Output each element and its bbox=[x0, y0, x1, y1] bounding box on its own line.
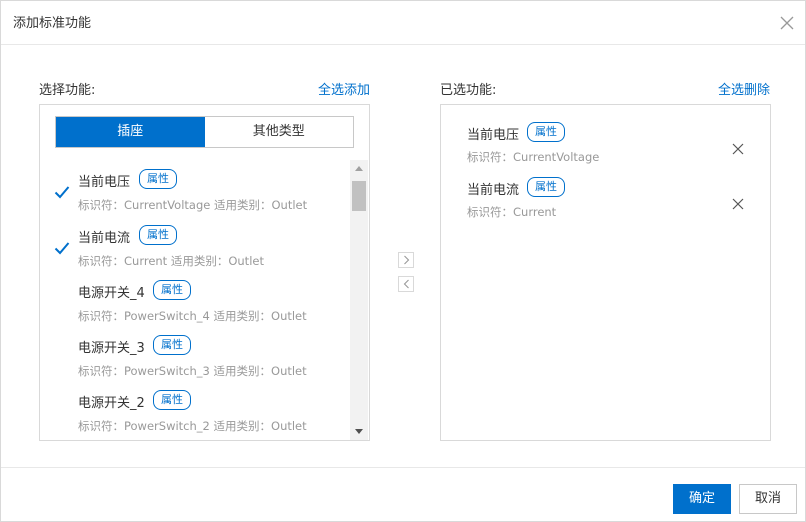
list-item[interactable]: 当前电压 属性 标识符：CurrentVoltage 适用类别：Outlet bbox=[40, 167, 350, 219]
list-scrollbar[interactable] bbox=[350, 160, 368, 440]
function-name: 当前电压 bbox=[78, 175, 131, 190]
selected-item: 当前电压 属性 标识符：CurrentVoltage bbox=[441, 120, 770, 170]
available-functions-panel: 插座 其他类型 当前电压 属性 标识符：CurrentVoltage 适用类别：… bbox=[39, 104, 370, 441]
tab-other-types[interactable]: 其他类型 bbox=[205, 117, 354, 147]
list-item[interactable]: 电源开关_2 属性 标识符：PowerSwitch_2 适用类别：Outlet bbox=[40, 388, 350, 440]
function-meta: 标识符：PowerSwitch_3 适用类别：Outlet bbox=[78, 364, 307, 378]
chevron-left-icon bbox=[403, 279, 409, 289]
selected-item: 当前电流 属性 标识符：Current bbox=[441, 175, 770, 225]
function-name: 当前电流 bbox=[78, 231, 131, 246]
function-name: 电源开关_4 bbox=[78, 286, 145, 301]
property-badge: 属性 bbox=[139, 225, 177, 245]
checkmark-icon bbox=[54, 241, 70, 255]
selected-functions-panel: 当前电压 属性 标识符：CurrentVoltage 当前电流 属性 标识符：C… bbox=[440, 104, 771, 441]
confirm-button[interactable]: 确定 bbox=[673, 484, 731, 514]
function-meta: 标识符：CurrentVoltage 适用类别：Outlet bbox=[78, 198, 308, 212]
function-list: 当前电压 属性 标识符：CurrentVoltage 适用类别：Outlet 当… bbox=[40, 160, 350, 440]
select-function-label: 选择功能: bbox=[39, 83, 96, 98]
footer-divider bbox=[1, 467, 805, 468]
scroll-down-icon[interactable] bbox=[350, 422, 368, 440]
function-meta: 标识符：PowerSwitch_4 适用类别：Outlet bbox=[78, 309, 307, 323]
list-item[interactable]: 电源开关_3 属性 标识符：PowerSwitch_3 适用类别：Outlet bbox=[40, 333, 350, 385]
dialog-title: 添加标准功能 bbox=[13, 16, 92, 31]
scroll-up-icon[interactable] bbox=[350, 160, 368, 178]
property-badge: 属性 bbox=[153, 335, 191, 355]
add-standard-function-dialog: 添加标准功能 选择功能: 全选添加 已选功能: 全选删除 插座 其他类型 当前电… bbox=[0, 0, 806, 522]
dialog-header: 添加标准功能 bbox=[1, 1, 805, 45]
function-meta: 标识符：Current bbox=[467, 205, 557, 219]
function-name: 电源开关_2 bbox=[78, 396, 145, 411]
scrollbar-thumb[interactable] bbox=[352, 181, 366, 211]
function-name: 电源开关_3 bbox=[78, 341, 145, 356]
move-left-button[interactable] bbox=[398, 276, 414, 292]
remove-icon[interactable] bbox=[731, 197, 745, 211]
remove-icon[interactable] bbox=[731, 142, 745, 156]
selected-function-label: 已选功能: bbox=[440, 83, 497, 98]
function-name: 当前电流 bbox=[467, 183, 520, 198]
move-right-button[interactable] bbox=[398, 252, 414, 268]
property-badge: 属性 bbox=[153, 280, 191, 300]
function-name: 当前电压 bbox=[467, 128, 520, 143]
category-tabs: 插座 其他类型 bbox=[55, 116, 354, 148]
list-item[interactable]: 电源开关_4 属性 标识符：PowerSwitch_4 适用类别：Outlet bbox=[40, 278, 350, 330]
property-badge: 属性 bbox=[153, 390, 191, 410]
select-all-add-link[interactable]: 全选添加 bbox=[318, 79, 370, 98]
close-icon[interactable] bbox=[779, 15, 795, 31]
property-badge: 属性 bbox=[139, 169, 177, 189]
function-meta: 标识符：PowerSwitch_2 适用类别：Outlet bbox=[78, 419, 307, 433]
tab-socket[interactable]: 插座 bbox=[56, 117, 205, 147]
property-badge: 属性 bbox=[527, 177, 565, 197]
list-item[interactable]: 当前电流 属性 标识符：Current 适用类别：Outlet bbox=[40, 223, 350, 275]
select-all-delete-link[interactable]: 全选删除 bbox=[718, 79, 770, 98]
cancel-button[interactable]: 取消 bbox=[739, 484, 797, 514]
function-meta: 标识符：CurrentVoltage bbox=[467, 150, 600, 164]
checkmark-icon bbox=[54, 185, 70, 199]
chevron-right-icon bbox=[404, 255, 410, 265]
function-meta: 标识符：Current 适用类别：Outlet bbox=[78, 254, 264, 268]
property-badge: 属性 bbox=[527, 122, 565, 142]
